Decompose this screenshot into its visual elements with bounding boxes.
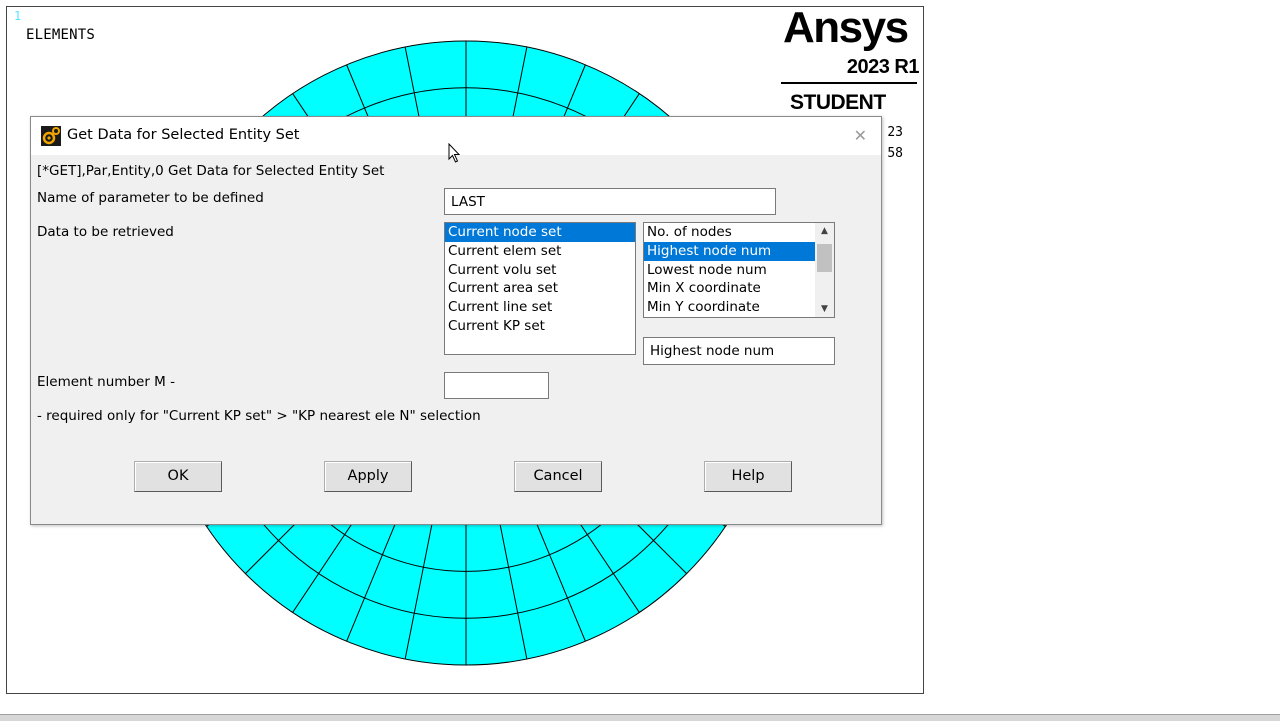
item-option[interactable]: Min X coordinate — [644, 279, 815, 298]
entity-option[interactable]: Current KP set — [445, 317, 635, 336]
logo-version: 2023 R1 — [846, 56, 920, 78]
logo-edition: STUDENT — [790, 91, 886, 114]
param-name-input[interactable] — [444, 188, 776, 215]
logo-divider — [781, 82, 917, 84]
plot-info-line: 23 — [887, 125, 903, 140]
ok-button[interactable]: OK — [134, 461, 222, 492]
item-list-scrollbar[interactable]: ▲ ▼ — [815, 223, 834, 317]
ansys-logo: Ansys — [783, 6, 909, 52]
entity-option[interactable]: Current volu set — [445, 261, 635, 280]
param-label: Name of parameter to be defined — [37, 190, 264, 206]
item-option[interactable]: Min Y coordinate — [644, 298, 815, 317]
cancel-button[interactable]: Cancel — [514, 461, 602, 492]
mouse-cursor-icon — [448, 143, 461, 163]
data-label: Data to be retrieved — [37, 224, 174, 240]
entity-option[interactable]: Current node set — [445, 223, 635, 242]
plot-label: ELEMENTS — [26, 27, 96, 43]
scroll-up-icon[interactable]: ▲ — [815, 223, 834, 239]
entity-option[interactable]: Current elem set — [445, 242, 635, 261]
dialog-title: Get Data for Selected Entity Set — [67, 127, 300, 143]
element-label: Element number M - — [37, 374, 175, 390]
item-value-field[interactable] — [643, 337, 835, 365]
help-button[interactable]: Help — [704, 461, 792, 492]
item-option[interactable]: Highest node num — [644, 241, 815, 261]
get-data-dialog: Get Data for Selected Entity Set ✕ [*GET… — [30, 116, 882, 525]
scroll-thumb[interactable] — [817, 244, 832, 272]
apply-button[interactable]: Apply — [324, 461, 412, 492]
entity-option[interactable]: Current line set — [445, 298, 635, 317]
item-option[interactable]: Lowest node num — [644, 261, 815, 280]
window-number: 1 — [14, 9, 22, 23]
item-option[interactable]: No. of nodes — [644, 223, 815, 242]
item-listbox[interactable]: No. of nodes Highest node num Lowest node … — [643, 222, 835, 318]
ansys-app-icon — [41, 126, 61, 146]
kp-note: - required only for "Current KP set" > "… — [37, 408, 481, 424]
element-number-input[interactable] — [444, 372, 549, 399]
plot-info-line: 58 — [887, 146, 903, 161]
close-icon[interactable]: ✕ — [854, 126, 867, 145]
command-label: [*GET],Par,Entity,0 Get Data for Selecte… — [37, 163, 385, 179]
entity-listbox[interactable]: Current node set Current elem set Current … — [444, 222, 636, 355]
scroll-down-icon[interactable]: ▼ — [815, 301, 834, 317]
entity-option[interactable]: Current area set — [445, 279, 635, 298]
